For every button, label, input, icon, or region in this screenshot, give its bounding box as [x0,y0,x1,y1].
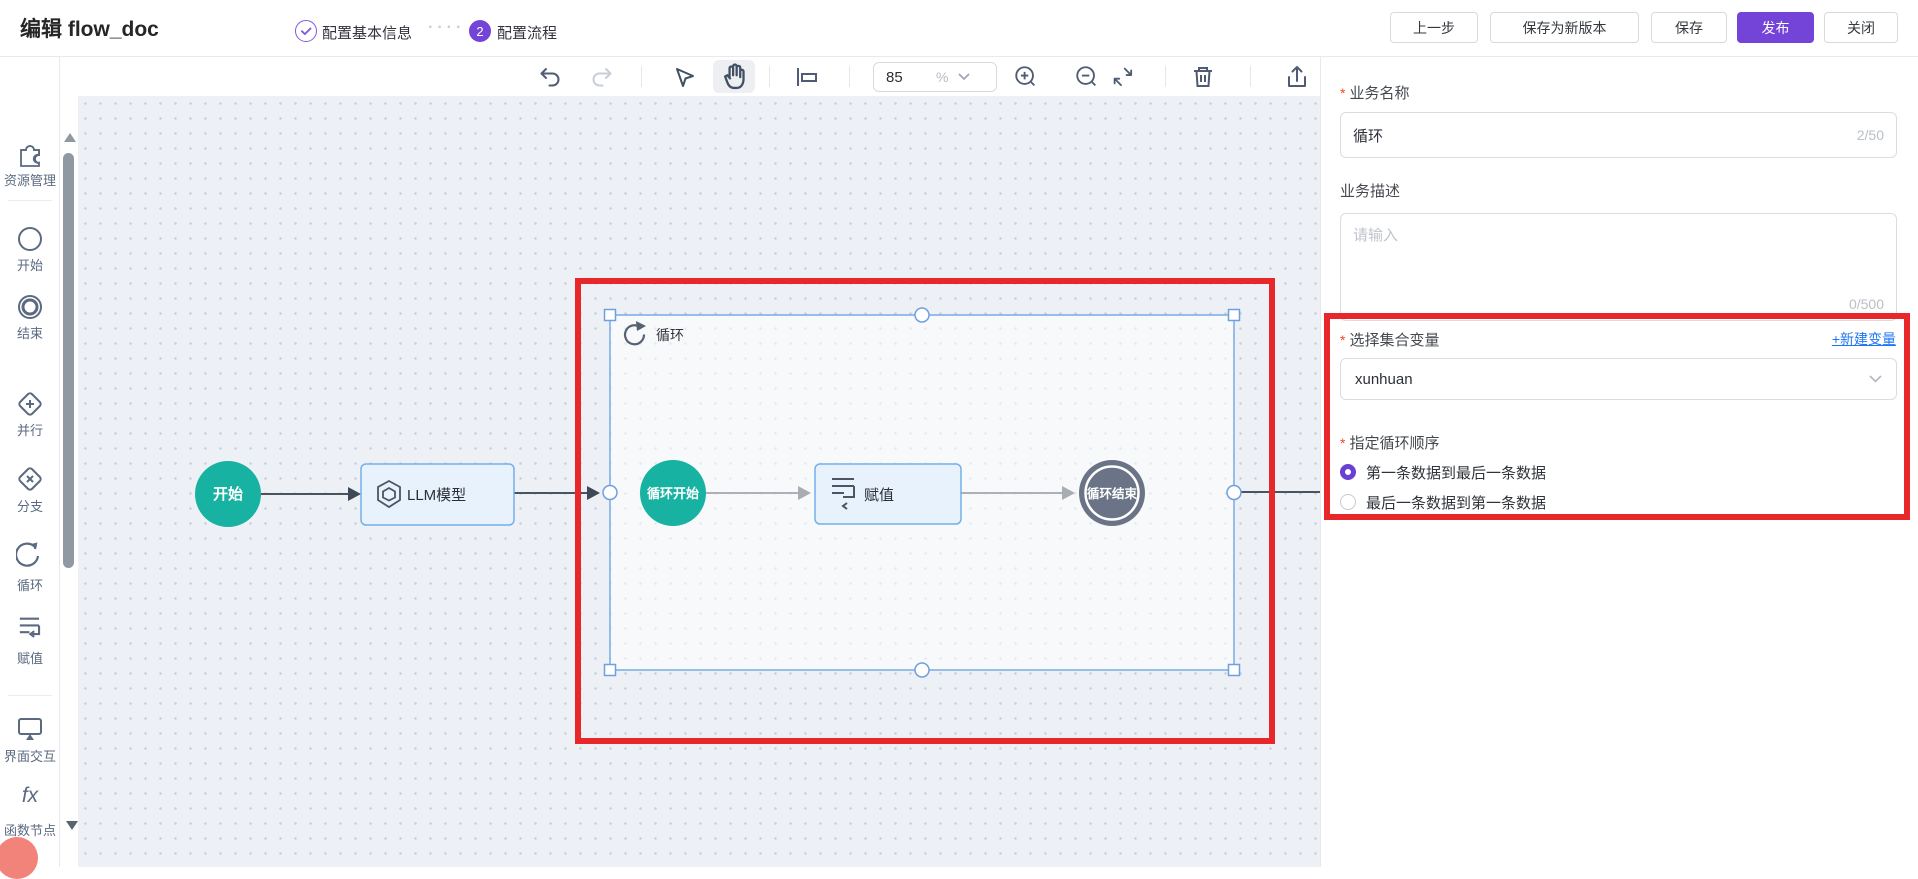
assign-lines-icon[interactable] [16,614,44,642]
desc-textarea-wrap: 0/500 [1340,213,1897,321]
order-label-row: * 指定循环顺序 [1340,432,1439,453]
required-mark: * [1340,435,1346,451]
zoom-input[interactable] [874,68,918,86]
toolbar-separator [769,66,770,87]
radio-selected-icon[interactable] [1340,464,1356,480]
name-input[interactable] [1353,126,1857,144]
toolbar-separator [1250,66,1251,87]
radio-unselected-icon[interactable] [1340,494,1356,510]
parallel-diamond-icon[interactable] [16,390,44,418]
page-title: 编辑 flow_doc [20,18,159,41]
branch-diamond-icon[interactable] [16,465,44,493]
sidebar-item-assign[interactable]: 赋值 [0,648,60,667]
hand-tool-active-bg[interactable] [713,60,755,93]
step2-badge: 2 [469,20,491,42]
step2-label: 配置流程 [497,25,558,42]
zoom-control: % [873,62,997,92]
zoom-in-icon[interactable] [1012,64,1040,90]
save-button[interactable]: 保存 [1651,12,1727,43]
sidebar-divider [8,200,52,201]
trash-icon[interactable] [1190,64,1216,90]
name-label-row: * 业务名称 [1340,82,1409,103]
canvas-toolbar: % [60,57,1320,96]
end-circle-icon[interactable] [16,293,44,321]
step1-check-circle [295,20,317,42]
align-left-icon[interactable] [793,64,821,90]
loop-arrow-icon[interactable] [16,540,44,568]
desc-textarea[interactable] [1341,214,1896,294]
desc-char-count: 0/500 [1848,296,1884,312]
required-mark: * [1340,332,1346,348]
sidebar-item-end[interactable]: 结束 [0,323,60,342]
config-panel: *业务名称 2/50 业务描述 0/500 *选择集合变量 +新建变量 xunh… [1320,57,1918,867]
name-char-count: 2/50 [1856,127,1884,143]
canvas-scroll-up-arrow[interactable] [64,133,76,142]
toolbar-separator [1165,66,1166,87]
name-label: 业务名称 [1349,85,1410,102]
save-as-new-version-button[interactable]: 保存为新版本 [1490,12,1639,43]
sidebar-item-branch[interactable]: 分支 [0,496,60,515]
hand-tool-icon [723,63,745,90]
undo-icon[interactable] [537,64,563,90]
header: 编辑 flow_doc 配置基本信息 ···· 2 配置流程 上一步 保存为新版… [0,0,1918,57]
zoom-percent-label: % [936,69,949,85]
chevron-down-icon[interactable] [958,73,971,81]
toolbar-separator [849,66,850,87]
sidebar-item-parallel[interactable]: 并行 [0,420,60,439]
step1-label: 配置基本信息 [322,25,413,42]
required-mark: * [1340,85,1346,101]
order-option-first-to-last[interactable]: 第一条数据到最后一条数据 [1340,463,1547,482]
canvas-scrollbar-thumb[interactable] [63,153,74,568]
new-variable-link[interactable]: +新建变量 [1832,329,1896,349]
cursor-indicator-dot [0,837,38,879]
publish-button[interactable]: 发布 [1737,12,1814,43]
order-option-label: 第一条数据到最后一条数据 [1366,464,1547,482]
collection-select[interactable]: xunhuan [1340,358,1897,400]
function-fx-icon[interactable]: fx [0,784,60,808]
collection-label: 选择集合变量 [1349,332,1440,349]
chevron-down-icon [1869,375,1882,383]
sidebar-item-loop[interactable]: 循环 [0,575,60,594]
monitor-icon[interactable] [16,714,44,742]
collection-label-row: * 选择集合变量 [1340,329,1439,350]
check-icon [301,27,312,35]
desc-label-row: 业务描述 [1340,180,1400,201]
start-circle-icon[interactable] [16,225,44,253]
order-option-label: 最后一条数据到第一条数据 [1366,494,1547,512]
node-palette-sidebar: 资源管理 开始 结束 并行 分支 循环 赋值 界面交互 fx 函数节点 [0,57,60,867]
prev-step-button[interactable]: 上一步 [1390,12,1478,43]
sidebar-scroll-more-icon[interactable] [66,821,78,830]
redo-icon[interactable] [589,64,615,90]
pointer-tool-icon[interactable] [672,64,698,90]
canvas[interactable] [78,96,1320,867]
collection-select-value: xunhuan [1355,370,1413,388]
sidebar-item-function-node[interactable]: 函数节点 [0,820,60,839]
sidebar-item-start[interactable]: 开始 [0,255,60,274]
sidebar-item-ui-interaction[interactable]: 界面交互 [0,746,60,765]
desc-label: 业务描述 [1340,183,1401,200]
sidebar-item-resource[interactable]: 资源管理 [0,170,60,189]
step-separator: ···· [428,19,466,36]
order-option-last-to-first[interactable]: 最后一条数据到第一条数据 [1340,493,1547,512]
toolbar-separator [641,66,642,87]
zoom-out-icon[interactable] [1073,64,1101,90]
fit-to-screen-icon[interactable] [1110,64,1136,90]
close-button[interactable]: 关闭 [1824,12,1898,43]
sidebar-divider [8,695,52,696]
puzzle-icon[interactable] [16,140,44,168]
order-label: 指定循环顺序 [1349,435,1440,452]
export-icon[interactable] [1284,64,1310,90]
name-input-wrap: 2/50 [1340,112,1897,158]
